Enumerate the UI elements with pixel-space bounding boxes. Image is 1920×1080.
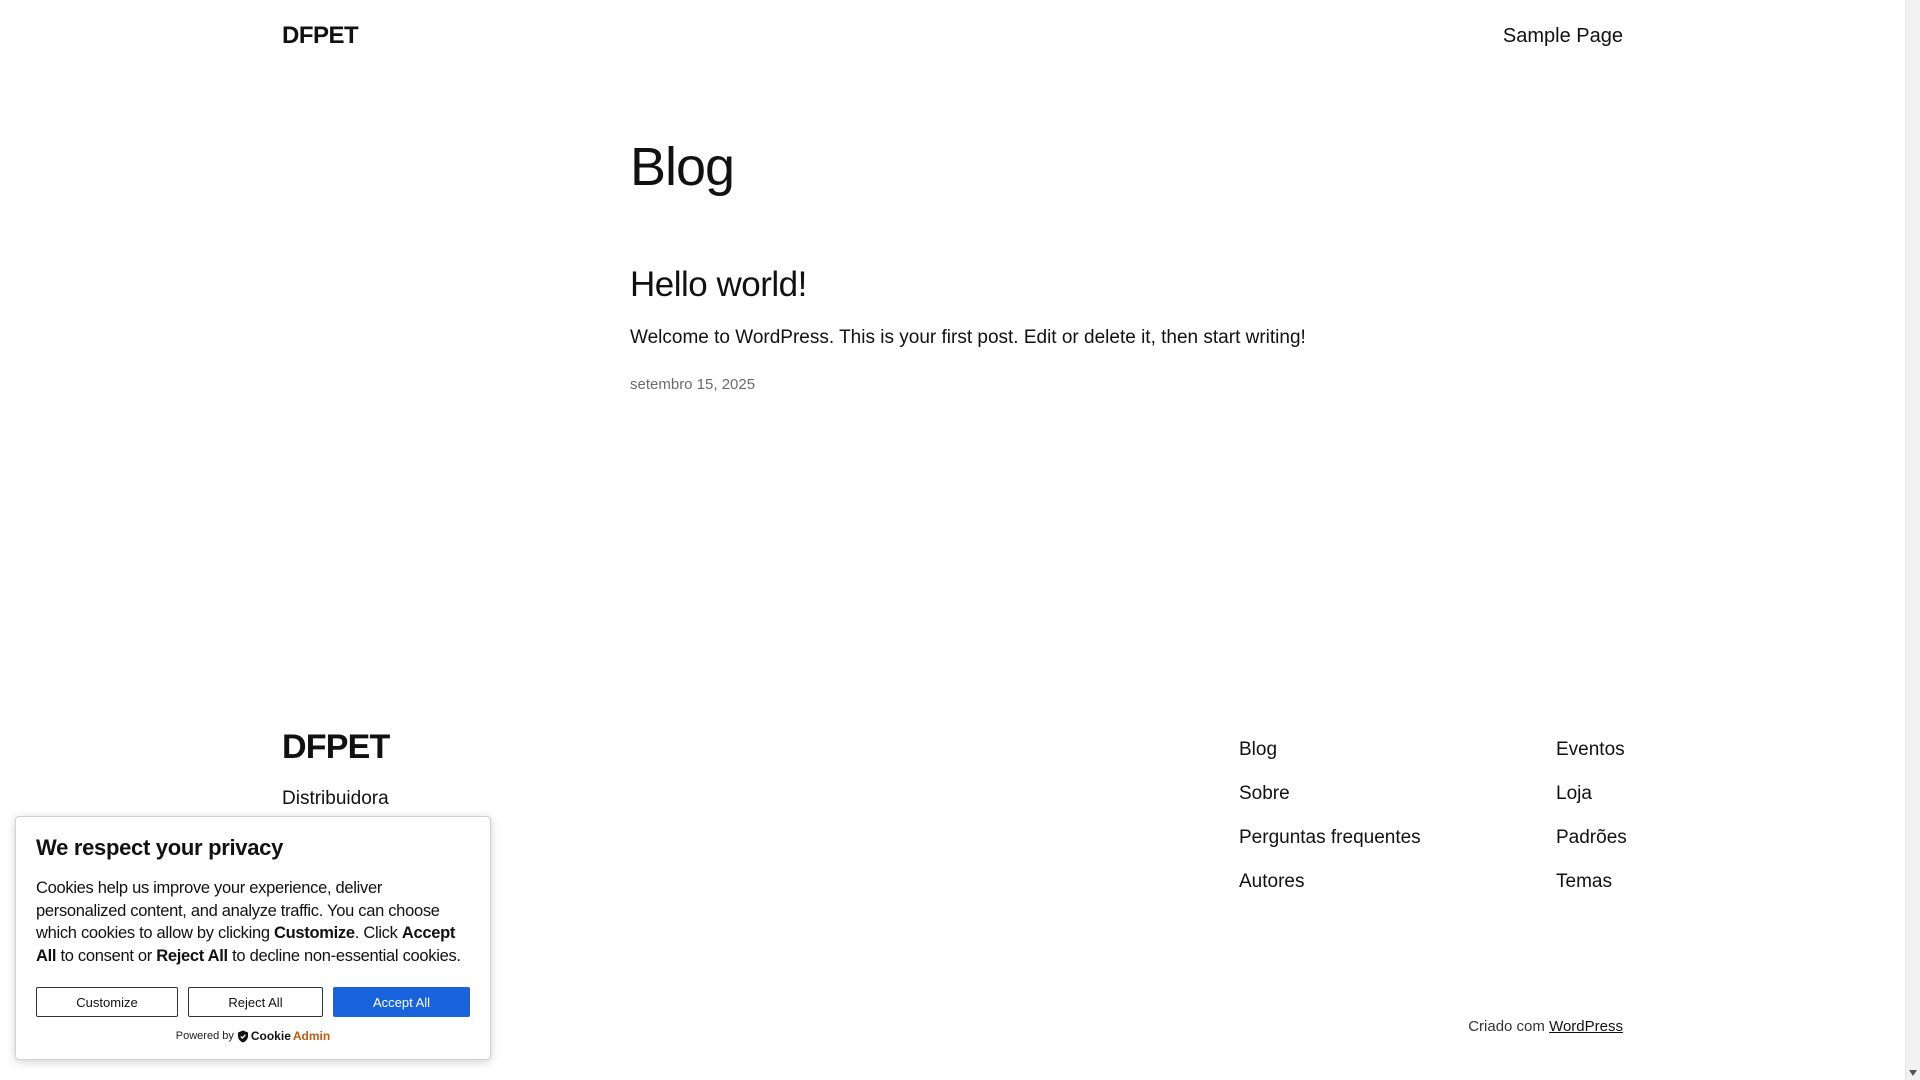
scroll-down-arrow-icon[interactable]: [1909, 1070, 1917, 1076]
footer-credit: Criado com WordPress: [1468, 1018, 1623, 1035]
cookie-button-row: Customize Reject All Accept All: [36, 987, 470, 1017]
customize-button[interactable]: Customize: [36, 987, 178, 1017]
footer-link-temas[interactable]: Temas: [1556, 860, 1627, 904]
main-content: Blog Hello world! Welcome to WordPress. …: [630, 132, 1330, 394]
site-header: DFPET Sample Page: [282, 18, 1623, 54]
accept-all-button[interactable]: Accept All: [333, 987, 470, 1017]
credit-prefix: Criado com: [1468, 1018, 1545, 1035]
footer-nav-column-1: Blog Sobre Perguntas frequentes Autores: [1239, 728, 1421, 904]
post-item: Hello world! Welcome to WordPress. This …: [630, 262, 1330, 394]
cookie-banner-title: We respect your privacy: [36, 835, 284, 860]
footer-link-sobre[interactable]: Sobre: [1239, 772, 1421, 816]
nav-link-sample-page[interactable]: Sample Page: [1503, 25, 1623, 48]
footer-link-padroes[interactable]: Padrões: [1556, 816, 1627, 860]
footer-link-eventos[interactable]: Eventos: [1556, 728, 1627, 772]
footer-link-loja[interactable]: Loja: [1556, 772, 1627, 816]
post-date-link[interactable]: setembro 15, 2025: [630, 376, 755, 393]
cookie-banner-description: Cookies help us improve your experience,…: [36, 879, 461, 965]
post-title-link[interactable]: Hello world!: [630, 262, 807, 308]
page: DFPET Sample Page Blog Hello world! Welc…: [0, 0, 1905, 1080]
reject-all-button[interactable]: Reject All: [188, 987, 323, 1017]
footer-link-autores[interactable]: Autores: [1239, 860, 1421, 904]
vertical-scrollbar[interactable]: [1905, 0, 1920, 1080]
powered-by-cookieadmin[interactable]: Powered by Cookie Admin: [16, 1029, 490, 1043]
page-title: Blog: [630, 137, 735, 197]
site-title-link[interactable]: DFPET: [282, 22, 359, 50]
shield-icon: [237, 1030, 248, 1042]
footer-link-blog[interactable]: Blog: [1239, 728, 1421, 772]
footer-link-perguntas-frequentes[interactable]: Perguntas frequentes: [1239, 816, 1421, 860]
powered-by-label: Powered by: [175, 1030, 234, 1042]
footer-nav-column-2: Eventos Loja Padrões Temas: [1556, 728, 1627, 904]
footer-site-title[interactable]: DFPET: [282, 728, 390, 767]
cookieadmin-logo: Cookie Admin: [237, 1029, 330, 1043]
footer-tagline: Distribuidora: [282, 788, 389, 809]
cookie-consent-banner: We respect your privacy Cookies help us …: [15, 816, 491, 1060]
post-excerpt: Welcome to WordPress. This is your first…: [630, 327, 1306, 348]
wordpress-link[interactable]: WordPress: [1549, 1018, 1623, 1035]
